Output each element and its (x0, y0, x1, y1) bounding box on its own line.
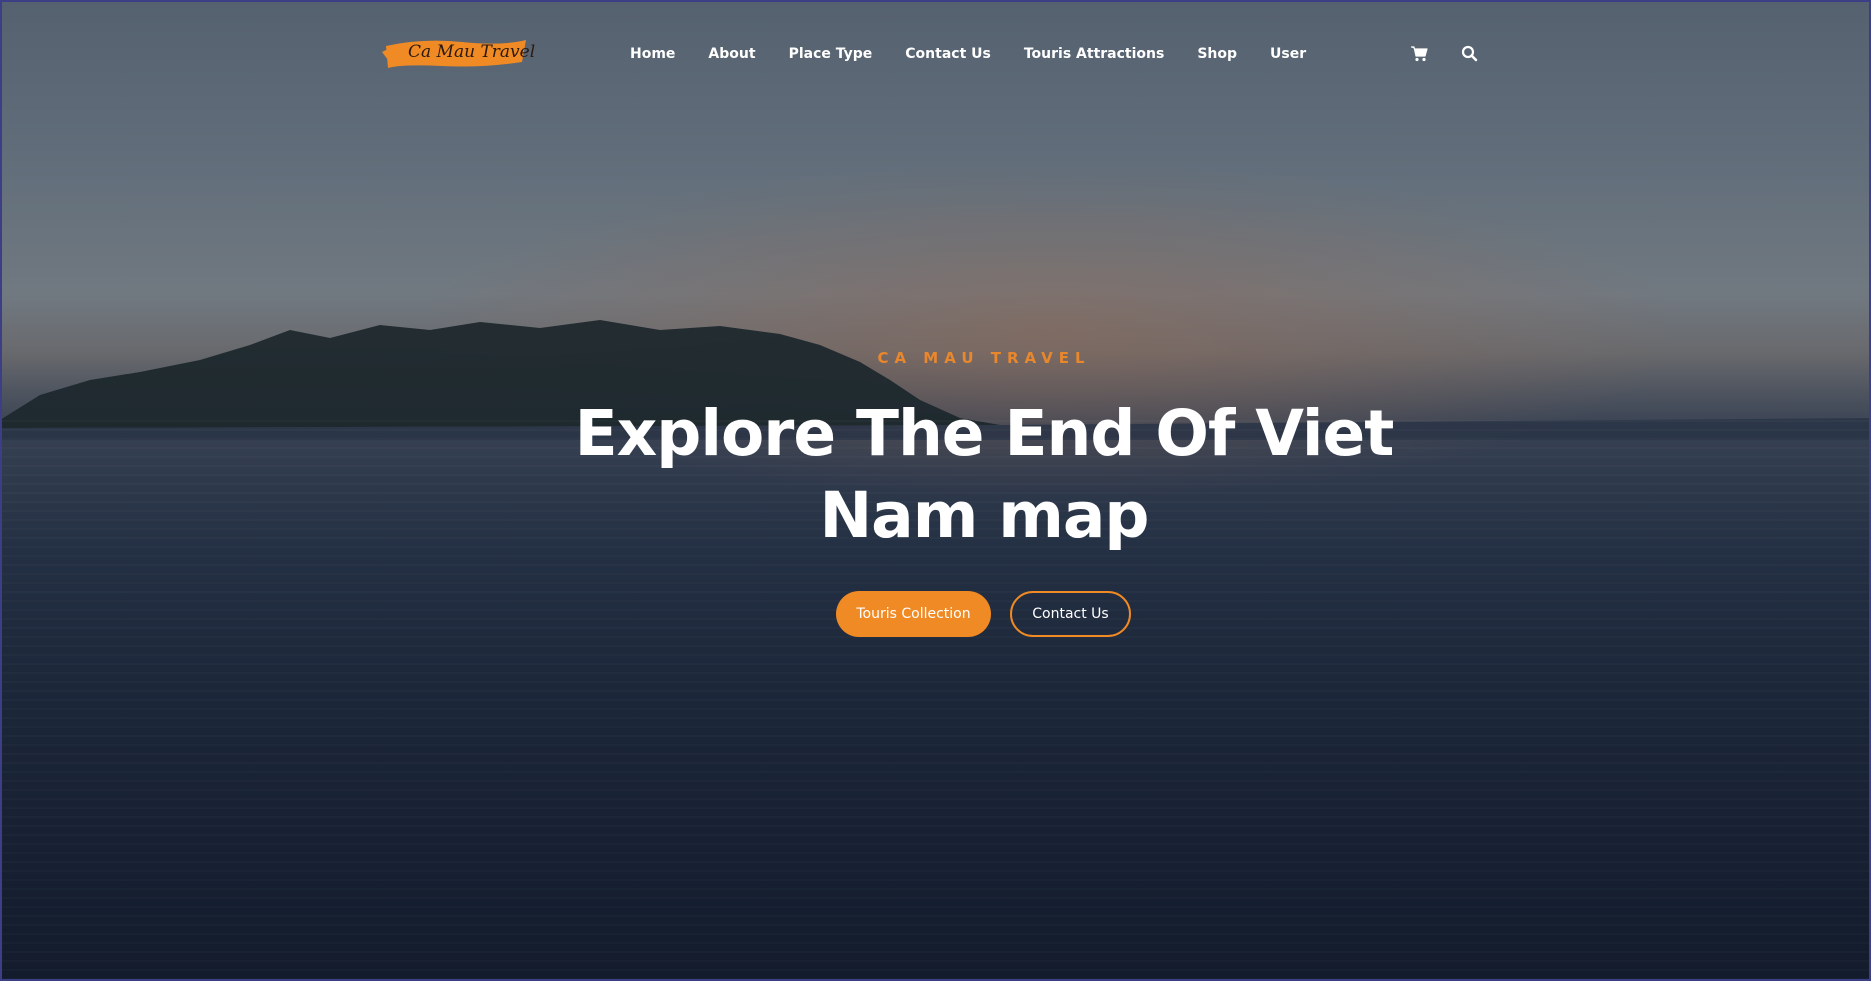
nav-item-user[interactable]: User (1270, 42, 1306, 66)
main-nav: Home About Place Type Contact Us Touris … (630, 42, 1339, 66)
nav-item-shop[interactable]: Shop (1197, 42, 1237, 66)
cart-icon[interactable] (1410, 44, 1430, 64)
nav-item-place-type[interactable]: Place Type (789, 42, 873, 66)
nav-item-contact-us[interactable]: Contact Us (905, 42, 991, 66)
nav-item-touris-attractions[interactable]: Touris Attractions (1024, 42, 1164, 66)
contact-us-button[interactable]: Contact Us (1010, 591, 1131, 637)
search-icon[interactable] (1460, 44, 1480, 64)
site-logo[interactable]: Ca Mau Travel (382, 34, 535, 74)
site-header: Ca Mau Travel Home About Place Type Cont… (0, 0, 1871, 110)
hero-headline: Explore The End Of Viet Nam map (574, 397, 1395, 552)
nav-item-about[interactable]: About (708, 42, 755, 66)
hero-kicker: CA MAU TRAVEL (877, 349, 1091, 367)
hero-section: Ca Mau Travel Home About Place Type Cont… (0, 0, 1871, 981)
touris-collection-button[interactable]: Touris Collection (836, 591, 991, 637)
logo-text: Ca Mau Travel (408, 42, 536, 62)
nav-item-home[interactable]: Home (630, 42, 675, 66)
